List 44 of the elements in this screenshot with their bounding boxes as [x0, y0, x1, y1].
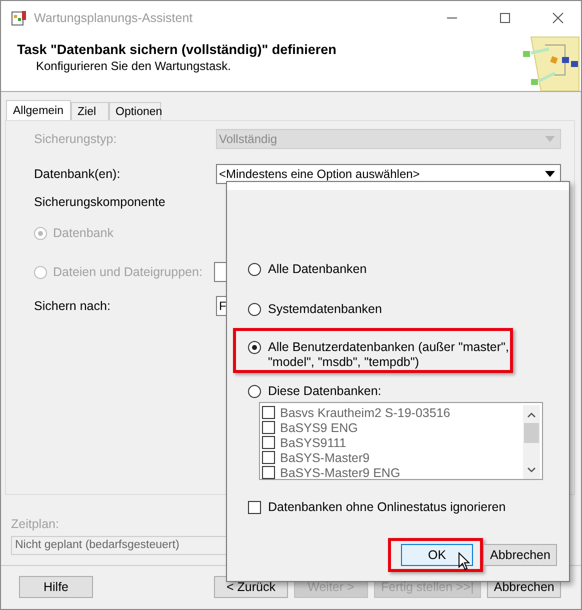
radio-label: Dateien und Dateigruppen:	[53, 265, 204, 279]
wizard-illustration-icon	[521, 35, 581, 91]
tab[interactable]: Allgemein	[6, 100, 70, 120]
radio-button[interactable]	[248, 303, 261, 316]
field-label: Datenbank(en):	[34, 167, 122, 181]
dialog-button[interactable]: Abbrechen	[483, 544, 558, 566]
tab[interactable]: Ziel	[70, 102, 108, 120]
window-title: Wartungsplanungs-Assistent	[34, 11, 193, 25]
dropdown-arrow-icon	[545, 136, 555, 142]
scrollbar[interactable]	[523, 405, 540, 479]
dialog-button[interactable]: OK	[401, 544, 473, 566]
radio-label: Alle Benutzerdatenbanken (außer "master", "model", "msdb", "tempdb")	[268, 340, 510, 370]
radio-label: Datenbank	[53, 226, 114, 240]
database-name: BaSYS9111	[280, 436, 346, 450]
checkbox[interactable]	[248, 501, 261, 514]
page-title: Task "Datenbank sichern (vollständig)" definieren	[17, 42, 336, 57]
field-label: Sichern nach:	[34, 299, 112, 313]
app-icon	[11, 10, 27, 26]
dropdown-arrow-icon	[545, 171, 555, 177]
schedule-label: Zeitplan:	[11, 517, 60, 531]
database-name: BaSYS-Master9	[280, 450, 370, 464]
mouse-pointer-icon	[458, 552, 470, 571]
checkbox[interactable]	[262, 436, 275, 449]
wizard-button[interactable]: Hilfe	[19, 576, 93, 598]
field-label: Sicherungstyp:	[34, 132, 118, 146]
database-name: BaSYS9 ENG	[280, 420, 358, 434]
close-icon[interactable]	[552, 12, 564, 24]
section-label: Sicherungskomponente	[34, 195, 166, 209]
database-name: Basvs Krautheim2 S-19-03516	[280, 406, 450, 420]
checkbox-label: Datenbanken ohne Onlinestatus ignorieren	[268, 500, 507, 515]
database-name: BaSYS-Master9 ENG	[280, 466, 400, 480]
radio-button[interactable]	[248, 263, 261, 276]
radio-label: Alle Datenbanken	[268, 262, 368, 277]
radio-button[interactable]	[248, 341, 261, 354]
radio-button[interactable]	[248, 385, 261, 398]
checkbox[interactable]	[262, 421, 275, 434]
tab[interactable]: Optionen	[108, 102, 160, 120]
checkbox[interactable]	[262, 451, 275, 464]
maximize-icon[interactable]	[499, 12, 511, 24]
page-subtitle: Konfigurieren Sie den Wartungstask.	[35, 59, 232, 73]
checkbox[interactable]	[262, 466, 275, 479]
checkbox[interactable]	[262, 406, 275, 419]
radio-label: Systemdatenbanken	[268, 302, 383, 317]
radio-label: Diese Datenbanken:	[268, 384, 382, 399]
